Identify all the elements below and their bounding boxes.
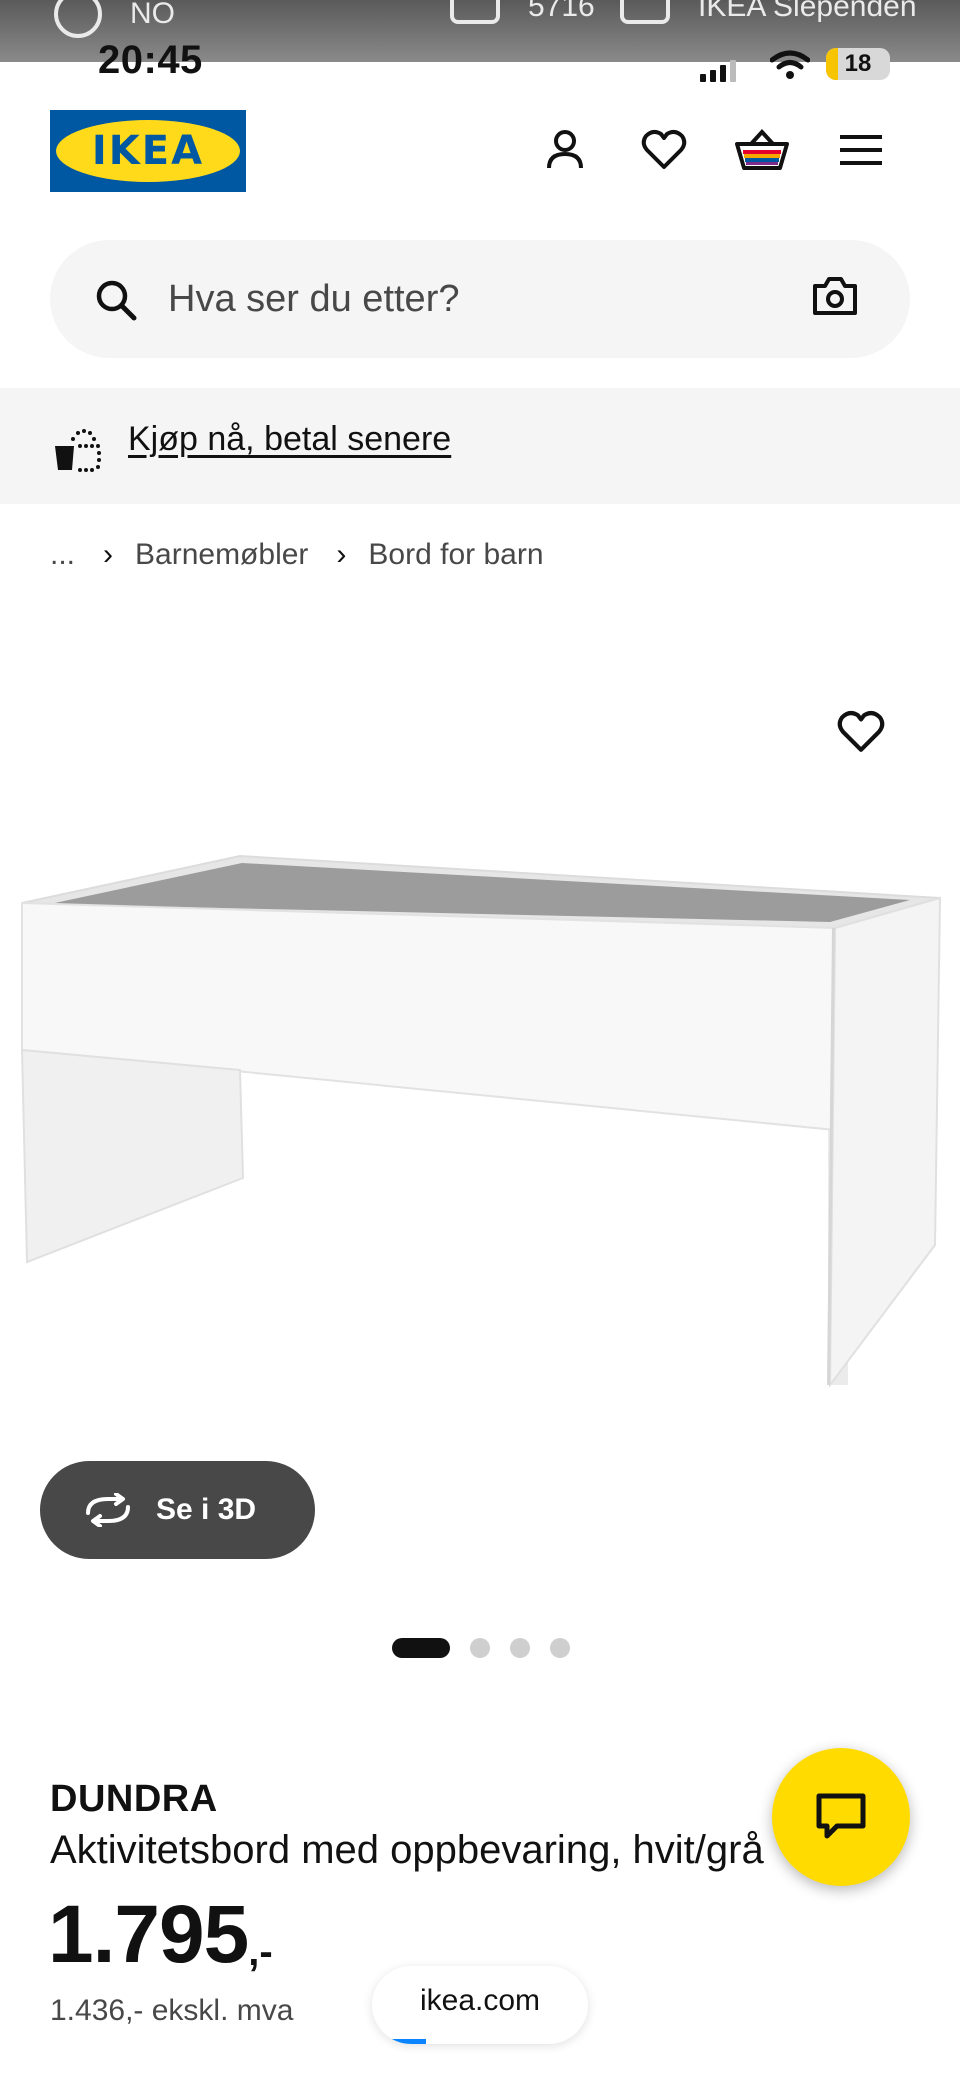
gallery-dot[interactable] — [470, 1638, 490, 1658]
chat-bubble-icon — [816, 1793, 866, 1839]
heart-icon — [641, 129, 687, 169]
user-icon — [547, 130, 583, 169]
account-button[interactable] — [537, 122, 593, 178]
camera-icon[interactable] — [812, 276, 858, 316]
chevron-right-icon: › — [336, 538, 347, 571]
browser-address-bar[interactable]: ikea.com — [372, 1966, 588, 2044]
chevron-right-icon: › — [103, 538, 114, 571]
status-bar: 20:45 18 — [0, 38, 960, 88]
truck-icon — [450, 0, 500, 24]
store-name: IKEA Slependen — [698, 0, 917, 23]
basket-button[interactable] — [734, 122, 790, 178]
price-excl-vat: 1.436,- ekskl. mva — [50, 1994, 294, 2027]
battery-level: 18 — [844, 50, 872, 77]
breadcrumb-item-barnemobler[interactable]: Barnemøbler — [135, 538, 308, 572]
price-suffix: ,- — [248, 1930, 273, 1974]
product-price: 1.795 ,- — [48, 1890, 273, 1980]
gallery-dot-active[interactable] — [392, 1638, 450, 1658]
price-integer: 1.795 — [48, 1889, 249, 1980]
store-selector[interactable]: IKEA Slependen — [620, 0, 917, 24]
breadcrumb-item-bord-for-barn[interactable]: Bord for barn — [368, 538, 543, 572]
status-time: 20:45 — [98, 38, 203, 82]
store-icon — [620, 0, 670, 24]
battery-icon: 18 — [826, 48, 890, 80]
region-label: NO — [130, 0, 175, 30]
breadcrumb: ... › Barnemøbler › Bord for barn — [50, 538, 544, 572]
wifi-icon — [770, 50, 810, 79]
ikea-logo[interactable]: IKEA — [50, 110, 246, 192]
page-load-progress — [372, 2039, 426, 2044]
promo-banner: Kjøp nå, betal senere — [0, 388, 960, 504]
browser-url: ikea.com — [419, 1984, 541, 2017]
region-selector[interactable]: NO — [54, 0, 175, 38]
search-icon[interactable] — [94, 278, 138, 322]
delivery-code: 5716 — [528, 0, 595, 23]
delivery-selector[interactable]: 5716 — [450, 0, 595, 24]
search-input[interactable] — [168, 268, 768, 330]
search-bar[interactable] — [50, 240, 910, 358]
page: NO 5716 IKEA Slependen 20:45 18 IKEA Hva… — [0, 0, 960, 2078]
product-description: Aktivitetsbord med oppbevaring, hvit/grå — [50, 1828, 764, 1872]
logo-oval: IKEA — [56, 120, 240, 182]
see-in-3d-button[interactable]: Se i 3D — [40, 1461, 315, 1559]
favourites-button[interactable] — [636, 122, 692, 178]
gallery-dot[interactable] — [550, 1638, 570, 1658]
buy-now-pay-later-link[interactable]: Kjøp nå, betal senere — [128, 420, 451, 459]
menu-icon — [840, 135, 882, 165]
logo-text: IKEA — [91, 128, 205, 174]
product-name: DUNDRA — [50, 1778, 218, 1820]
breadcrumb-ellipsis[interactable]: ... — [50, 538, 75, 572]
add-to-favourites-icon[interactable] — [836, 710, 886, 754]
product-image[interactable] — [0, 800, 960, 1460]
rotate-3d-icon — [86, 1493, 130, 1527]
see-in-3d-label: Se i 3D — [156, 1493, 257, 1526]
globe-icon — [54, 0, 102, 38]
chat-button[interactable] — [772, 1748, 910, 1886]
menu-button[interactable] — [833, 122, 889, 178]
payment-bag-icon — [55, 429, 101, 472]
gallery-pagination — [392, 1638, 570, 1658]
signal-icon — [700, 60, 736, 82]
gallery-dot[interactable] — [510, 1638, 530, 1658]
basket-icon — [735, 129, 789, 170]
